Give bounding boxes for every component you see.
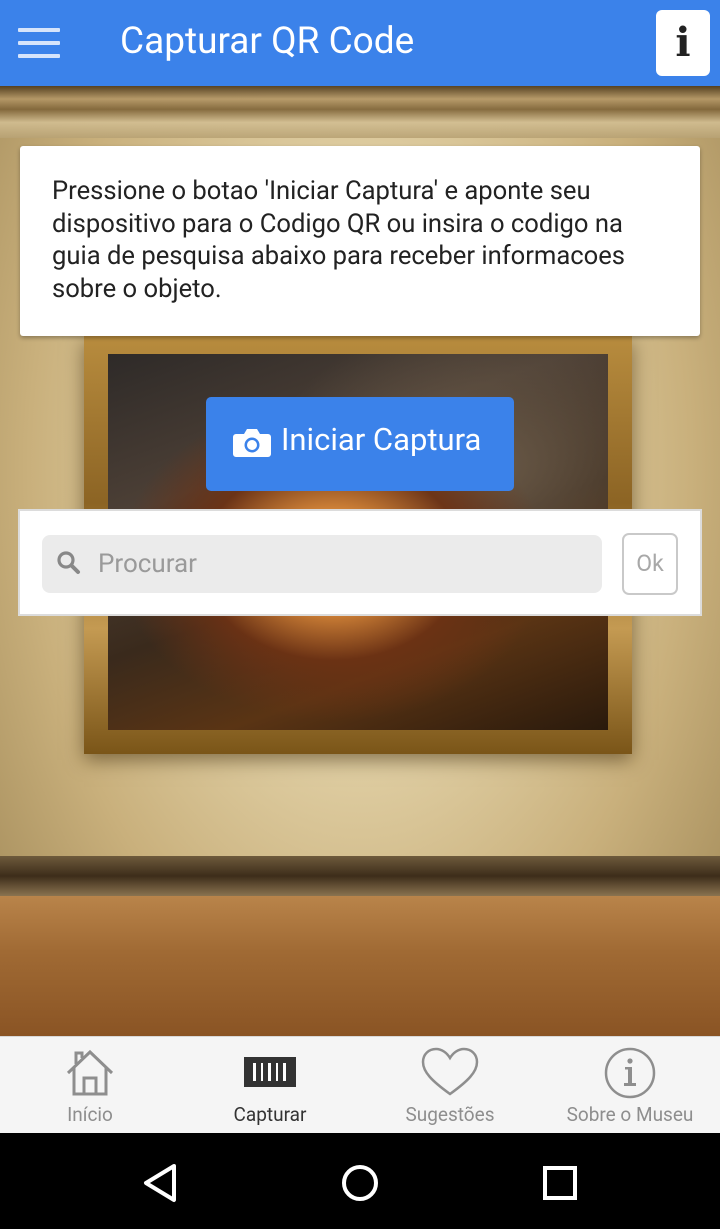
start-capture-button[interactable]: Iniciar Captura [206, 397, 514, 491]
ok-button[interactable]: Ok [622, 533, 678, 595]
search-box[interactable] [42, 535, 602, 593]
app-bar: Capturar QR Code i [0, 0, 720, 86]
heart-icon [421, 1047, 479, 1096]
nav-label-capturar: Capturar [233, 1103, 307, 1126]
search-icon [57, 551, 80, 574]
instruction-text: Pressione o botao 'Iniciar Captura' e ap… [52, 176, 626, 304]
wall-molding [0, 86, 720, 138]
search-panel: Ok [18, 509, 702, 616]
home-circle-icon[interactable] [338, 1161, 382, 1205]
wooden-floor [0, 896, 720, 1036]
home-icon [66, 1049, 114, 1096]
info-button[interactable]: i [656, 10, 710, 76]
system-nav-bar [0, 1133, 720, 1229]
hamburger-menu-icon[interactable] [18, 28, 62, 58]
start-capture-label: Iniciar Captura [281, 421, 482, 458]
back-icon[interactable] [138, 1161, 182, 1205]
instruction-card: Pressione o botao 'Iniciar Captura' e ap… [20, 146, 700, 336]
wall-baseboard [0, 856, 720, 896]
info-circle-icon [604, 1047, 656, 1099]
barcode-icon [244, 1057, 296, 1087]
bottom-nav: Início Capturar Sugestões Sobre o Museu [0, 1036, 720, 1133]
nav-item-capturar[interactable]: Capturar [180, 1037, 360, 1134]
nav-item-sobre-o-museu[interactable]: Sobre o Museu [540, 1037, 720, 1134]
nav-label-sugestoes: Sugestões [405, 1103, 495, 1126]
nav-item-sugestoes[interactable]: Sugestões [360, 1037, 540, 1134]
nav-label-inicio: Início [67, 1103, 113, 1126]
camera-icon [233, 429, 271, 457]
nav-item-inicio[interactable]: Início [0, 1037, 180, 1134]
page-title: Capturar QR Code [120, 20, 415, 63]
recents-square-icon[interactable] [538, 1161, 582, 1205]
nav-label-sobre-o-museu: Sobre o Museu [566, 1103, 694, 1126]
search-input[interactable] [94, 535, 598, 593]
